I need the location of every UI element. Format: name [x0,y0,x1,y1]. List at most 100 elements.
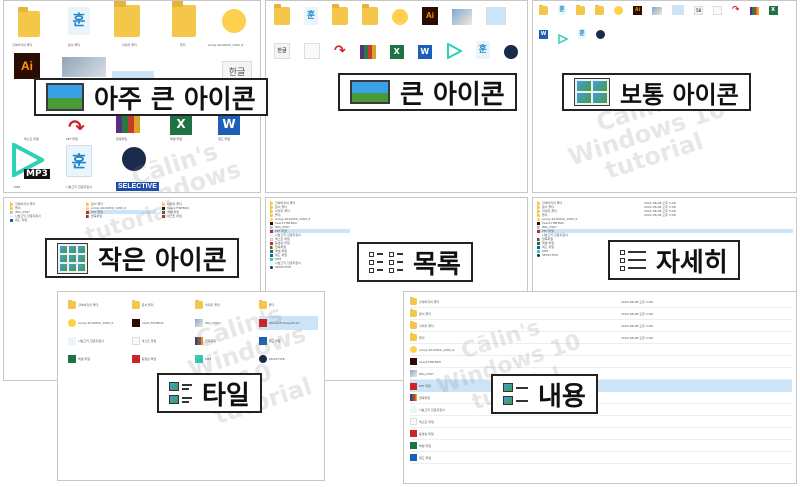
rar-icon[interactable] [537,237,540,241]
shortcut-arrow-icon[interactable]: ↷ [334,43,346,59]
image-thumb[interactable] [537,225,540,229]
folder-icon[interactable] [274,4,290,25]
excel-icon[interactable] [270,249,273,253]
mp3-icon[interactable] [558,29,569,45]
folder-icon[interactable] [172,1,202,41]
illustrator-icon[interactable] [131,319,140,327]
folder-icon[interactable] [12,7,48,41]
folder-icon[interactable] [362,4,378,25]
text-file-icon[interactable] [713,6,722,15]
emoji-icon[interactable] [270,217,273,221]
mp3-icon[interactable]: MP3 [10,141,50,183]
mp3-icon[interactable] [270,257,273,261]
shortcut-arrow-icon[interactable] [131,355,140,363]
ppt-icon[interactable] [258,319,267,327]
word-icon[interactable] [258,337,267,345]
shortcut-arrow-icon[interactable] [162,214,165,218]
folder-icon[interactable] [195,299,203,309]
folder-icon[interactable] [537,201,540,205]
folder-icon[interactable] [537,213,540,217]
image-thumb[interactable] [652,7,662,15]
word-icon[interactable]: W [417,45,432,59]
selective-icon[interactable] [122,147,146,175]
rar-icon[interactable] [195,337,203,345]
word-icon[interactable] [410,454,417,461]
folder-icon[interactable] [162,202,165,206]
text-file-icon[interactable] [304,43,320,59]
image-thumb[interactable] [195,319,203,327]
folder-icon[interactable] [114,1,152,41]
illustrator-icon[interactable] [162,206,165,210]
hun-icon[interactable] [270,233,273,237]
folder-icon[interactable] [270,205,273,209]
rar-icon[interactable] [116,115,140,137]
word-icon[interactable]: W [539,30,548,39]
text-file-icon[interactable] [410,418,417,425]
hun-icon[interactable] [270,261,273,265]
rar-icon[interactable] [359,45,376,59]
shortcut-arrow-icon[interactable]: ↷ [732,5,740,15]
hun-icon[interactable]: 훈 [66,145,92,177]
emoji-icon[interactable] [222,9,252,39]
hun-icon[interactable]: 훈 [475,41,490,59]
selective-icon[interactable] [258,355,267,363]
mp3-icon[interactable] [537,249,540,253]
illustrator-icon[interactable] [537,221,540,225]
excel-icon[interactable] [410,442,417,449]
folder-icon[interactable] [595,4,604,15]
emoji-icon[interactable] [86,206,89,210]
ppt-icon[interactable] [537,229,540,233]
selective-icon[interactable] [596,30,605,39]
excel-icon[interactable]: X [170,113,192,135]
hun-icon[interactable] [410,406,417,413]
folder-icon[interactable] [410,296,417,305]
excel-icon[interactable]: X [768,6,778,15]
folder-icon[interactable] [576,4,585,15]
text-file-icon[interactable] [131,337,140,345]
folder-icon[interactable] [270,209,273,213]
image-thumb[interactable] [10,210,13,214]
rar-icon[interactable] [749,7,759,15]
illustrator-icon[interactable]: Ai [14,53,40,79]
emoji-icon[interactable] [614,6,623,15]
hun-icon[interactable]: 훈 [304,7,318,25]
folder-icon[interactable] [410,320,417,329]
image-thumb[interactable] [62,57,106,77]
excel-icon[interactable]: X [389,45,404,59]
folder-icon[interactable] [410,308,417,317]
folder-icon[interactable] [537,209,540,213]
mp3-icon[interactable] [195,355,203,363]
illustrator-icon[interactable]: Ai [422,7,438,25]
folder-icon[interactable] [270,201,273,205]
hangul-icon[interactable]: 한글 [274,43,290,59]
selective-icon[interactable] [503,45,518,59]
word-icon[interactable]: W [218,113,240,135]
shortcut-arrow-icon[interactable]: ↷ [68,115,85,139]
emoji-icon[interactable] [68,319,76,327]
selected-file[interactable] [672,5,684,15]
folder-icon[interactable] [10,202,13,206]
illustrator-icon[interactable]: Ai [633,6,642,15]
folder-icon[interactable] [68,299,76,309]
selected-file[interactable] [486,7,506,25]
hun-icon[interactable] [10,214,13,218]
folder-icon[interactable] [10,206,13,210]
rar-icon[interactable] [410,394,417,401]
hun-icon[interactable] [68,337,76,345]
hun-icon[interactable] [537,233,540,237]
hun-icon[interactable]: 훈 [68,7,100,41]
folder-icon[interactable] [410,332,417,341]
folder-icon[interactable] [270,213,273,217]
folder-icon[interactable] [537,205,540,209]
word-icon[interactable] [10,218,13,222]
hun-icon[interactable]: 훈 [558,5,566,15]
folder-icon[interactable] [258,299,267,309]
emoji-icon[interactable] [392,9,408,25]
excel-icon[interactable] [162,210,165,214]
folder-icon[interactable] [539,4,548,15]
excel-icon[interactable] [537,241,540,245]
mp3-icon[interactable] [446,42,463,60]
emoji-icon[interactable] [537,217,540,221]
rar-icon[interactable] [270,245,273,249]
folder-icon[interactable] [131,299,140,309]
